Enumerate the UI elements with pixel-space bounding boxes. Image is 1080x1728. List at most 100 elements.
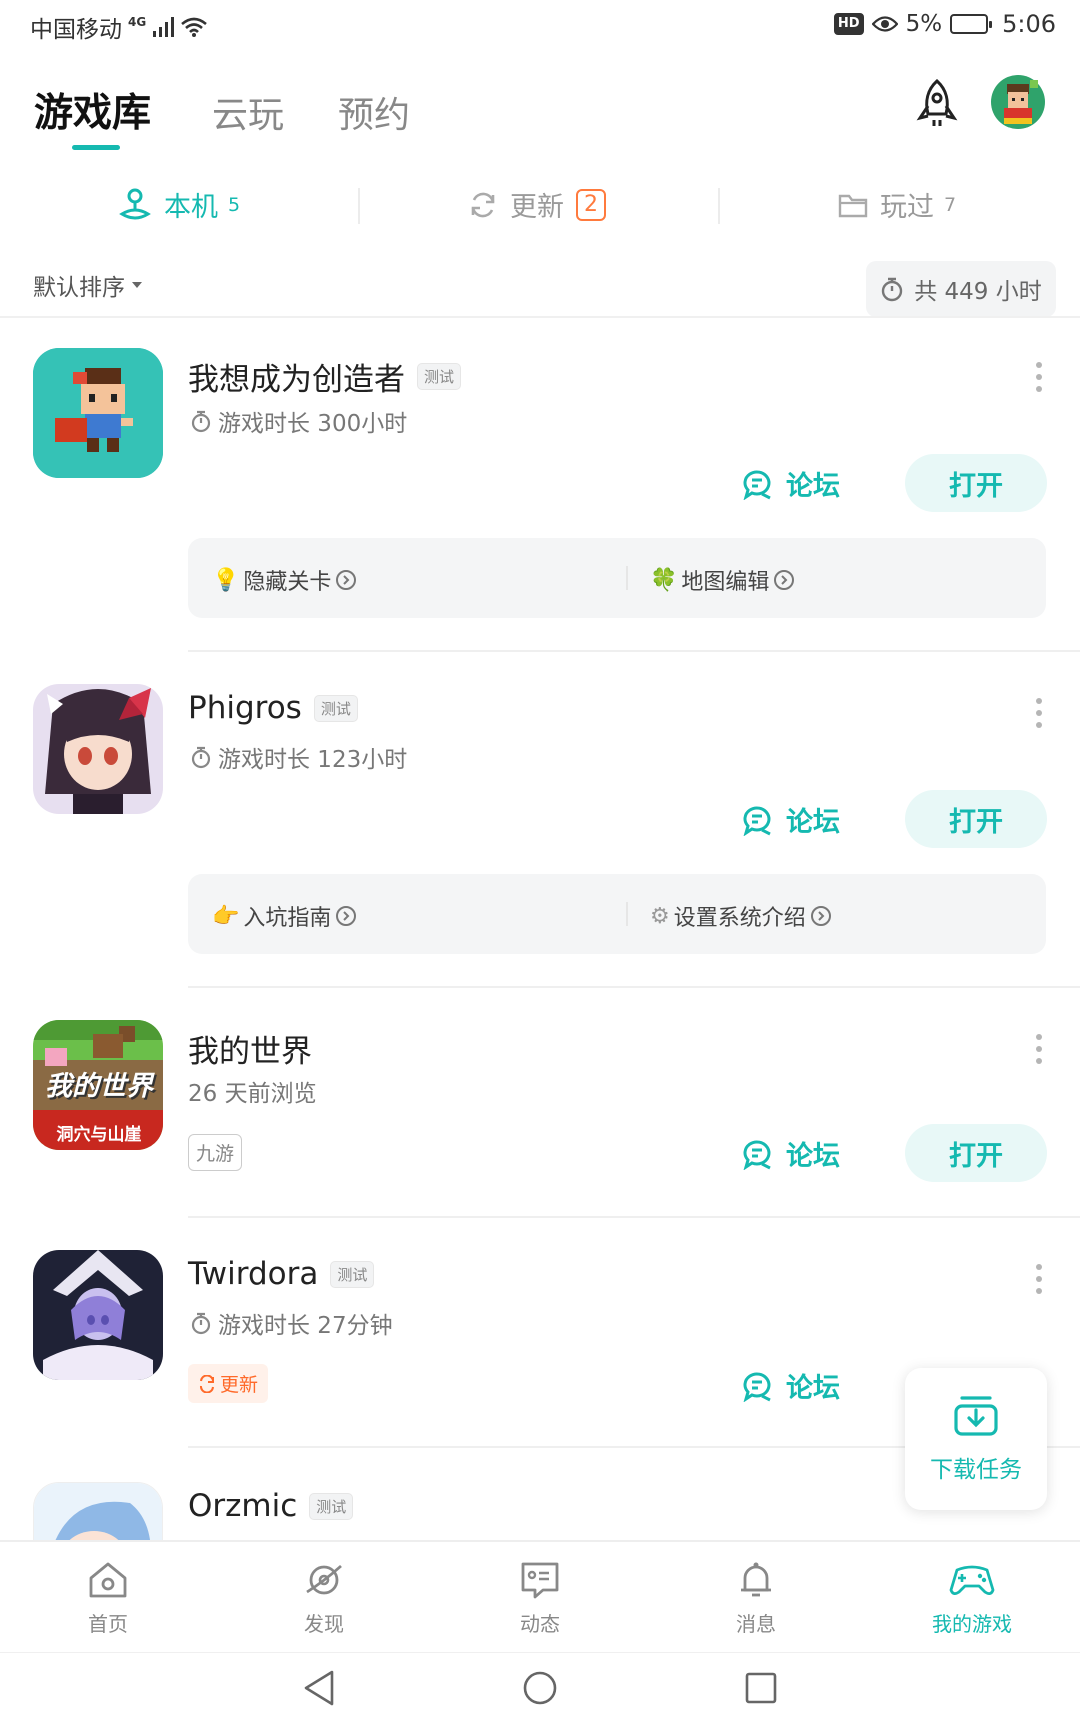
chevron-right-circle-icon — [336, 570, 357, 590]
system-nav-bar — [0, 1652, 1080, 1728]
divider — [188, 1216, 1080, 1218]
forum-button[interactable]: 论坛 — [742, 1134, 840, 1173]
tip-link[interactable]: 💡 隐藏关卡 — [212, 564, 357, 596]
game-title: 我的世界 — [188, 1034, 312, 1070]
forum-button[interactable]: 论坛 — [742, 464, 840, 503]
home-circle-icon[interactable] — [522, 1670, 558, 1706]
chevron-right-circle-icon — [810, 906, 831, 926]
back-icon[interactable] — [302, 1669, 336, 1707]
tab-reserve[interactable]: 预约 — [338, 86, 410, 138]
chevron-right-circle-icon — [336, 906, 357, 926]
rocket-icon[interactable] — [912, 78, 962, 130]
game-icon-title: 我的世界 — [45, 1071, 153, 1102]
source-chip: 九游 — [188, 1134, 243, 1171]
test-tag: 测试 — [330, 1260, 375, 1288]
refresh-icon — [471, 192, 495, 217]
game-title-row: 我的世界 — [188, 1026, 312, 1071]
recents-icon[interactable] — [744, 1671, 778, 1705]
playtime-row: 游戏时长 123小时 — [190, 740, 407, 774]
tip-label: 入坑指南 — [243, 906, 332, 931]
subtab-played-label: 玩过 — [880, 192, 934, 223]
update-count-badge: 2 — [576, 188, 606, 221]
more-options-icon[interactable] — [1036, 1034, 1042, 1070]
game-title: Orzmic — [188, 1488, 298, 1524]
total-playtime-label: 共 449 小时 — [914, 279, 1042, 305]
clover-icon: 🍀 — [650, 567, 678, 593]
tip-link[interactable]: ⚙ 设置系统介绍 — [650, 900, 832, 932]
game-title: Phigros — [188, 690, 302, 726]
tip-label: 隐藏关卡 — [243, 570, 332, 595]
game-title-row: Phigros 测试 — [188, 690, 358, 726]
test-tag: 测试 — [313, 694, 358, 722]
download-tasks-label: 下载任务 — [930, 1457, 1022, 1483]
nav-messages-label: 消息 — [736, 1612, 776, 1636]
network-type: 4G — [128, 15, 147, 29]
timer-icon — [191, 746, 211, 769]
download-tasks-button[interactable]: 下载任务 — [905, 1368, 1047, 1510]
forum-icon — [743, 469, 771, 500]
bulb-icon: 💡 — [212, 567, 240, 593]
tips-bar: 👉 入坑指南 ⚙ 设置系统介绍 — [188, 874, 1046, 954]
nav-feed[interactable]: 动态 — [480, 1560, 600, 1637]
game-icon[interactable] — [33, 1482, 163, 1540]
more-options-icon[interactable] — [1036, 698, 1042, 734]
subtab-update[interactable]: 更新 2 — [468, 185, 606, 224]
nav-my-games[interactable]: 我的游戏 — [912, 1560, 1032, 1637]
game-title: 我想成为创造者 — [188, 362, 405, 398]
subtab-local-count: 5 — [228, 193, 241, 216]
more-options-icon[interactable] — [1036, 362, 1042, 398]
open-button[interactable]: 打开 — [905, 790, 1047, 848]
gear-icon: ⚙ — [650, 903, 670, 929]
playtime-label: 游戏时长 27分钟 — [218, 1313, 393, 1339]
game-icon[interactable]: 我的世界 洞穴与山崖 — [33, 1020, 163, 1150]
subtab-local-label: 本机 — [164, 192, 218, 223]
subtab-played[interactable]: 玩过 7 — [838, 185, 956, 224]
active-tab-indicator — [72, 145, 120, 150]
tab-cloud-play[interactable]: 云玩 — [212, 86, 284, 138]
divider — [188, 650, 1080, 652]
divider — [0, 316, 1080, 318]
nav-home-label: 首页 — [88, 1612, 128, 1636]
update-chip[interactable]: 更新 — [188, 1364, 269, 1403]
timer-icon — [191, 410, 211, 433]
forum-button[interactable]: 论坛 — [742, 800, 840, 839]
bottom-nav: 首页 发现 动态 消息 我的游戏 — [0, 1540, 1080, 1652]
game-icon[interactable] — [33, 348, 163, 478]
playtime-row: 游戏时长 300小时 — [190, 404, 407, 438]
eye-icon — [871, 16, 898, 32]
timer-icon — [191, 1312, 211, 1335]
game-icon[interactable] — [33, 684, 163, 814]
forum-button[interactable]: 论坛 — [742, 1366, 840, 1405]
game-title-row: 我想成为创造者 测试 — [188, 354, 462, 399]
nav-home[interactable]: 首页 — [48, 1560, 168, 1637]
playtime-label: 游戏时长 300小时 — [218, 411, 408, 437]
refresh-icon — [200, 1374, 214, 1393]
nav-discover-label: 发现 — [304, 1612, 344, 1636]
tip-label: 设置系统介绍 — [673, 906, 806, 931]
tab-game-library[interactable]: 游戏库 — [34, 82, 151, 138]
nav-messages[interactable]: 消息 — [696, 1560, 816, 1637]
folder-icon — [838, 194, 868, 217]
home-icon — [89, 1562, 127, 1598]
nav-discover[interactable]: 发现 — [264, 1560, 384, 1637]
last-viewed-label: 26 天前浏览 — [188, 1081, 317, 1107]
sort-dropdown[interactable]: 默认排序 — [33, 268, 143, 302]
pointing-hand-icon: 👉 — [212, 903, 240, 929]
avatar[interactable] — [990, 74, 1046, 130]
battery-percent: 5% — [905, 11, 943, 37]
game-icon[interactable] — [33, 1250, 163, 1380]
subtab-local[interactable]: 本机 5 — [118, 185, 240, 224]
open-button[interactable]: 打开 — [905, 454, 1047, 512]
game-icon-subtitle: 洞穴与山崖 — [56, 1125, 142, 1145]
playtime-row: 游戏时长 27分钟 — [190, 1306, 393, 1340]
download-tray-icon — [954, 1396, 998, 1436]
open-button[interactable]: 打开 — [905, 1124, 1047, 1182]
more-options-icon[interactable] — [1036, 1264, 1042, 1300]
tip-link[interactable]: 👉 入坑指南 — [212, 900, 357, 932]
game-title-row: Orzmic 测试 — [188, 1488, 354, 1524]
divider — [188, 986, 1080, 988]
forum-label: 论坛 — [786, 1373, 840, 1404]
tip-link[interactable]: 🍀 地图编辑 — [650, 564, 795, 596]
forum-label: 论坛 — [786, 807, 840, 838]
chat-list-icon — [521, 1562, 559, 1599]
